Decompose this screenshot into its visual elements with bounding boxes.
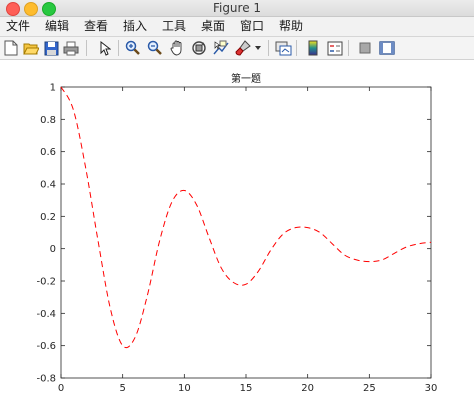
menu-help[interactable]: 帮助 bbox=[279, 18, 303, 35]
menu-insert[interactable]: 插入 bbox=[123, 18, 147, 35]
y-tick-label: 0.4 bbox=[40, 180, 56, 191]
axes-box bbox=[60, 86, 432, 379]
print-icon[interactable] bbox=[62, 39, 80, 57]
y-tick-label: -0.8 bbox=[36, 374, 56, 385]
open-file-icon[interactable] bbox=[22, 39, 40, 57]
x-tick-label: 10 bbox=[178, 383, 191, 394]
y-tick-label: -0.6 bbox=[36, 341, 56, 352]
zoom-in-icon[interactable] bbox=[124, 39, 142, 57]
y-tick-label: 0.2 bbox=[40, 212, 56, 223]
window-title: Figure 1 bbox=[212, 1, 262, 15]
y-tick-label: 0 bbox=[50, 244, 56, 255]
toolbar-separator bbox=[118, 40, 119, 56]
toolbar-separator bbox=[86, 40, 87, 56]
hide-plot-tools-icon[interactable] bbox=[356, 39, 374, 57]
menu-file[interactable]: 文件 bbox=[6, 18, 30, 35]
brush-icon[interactable] bbox=[234, 39, 252, 57]
colorbar-icon[interactable] bbox=[304, 39, 322, 57]
data-cursor-icon[interactable] bbox=[212, 39, 230, 57]
brush-dropdown-arrow-icon[interactable] bbox=[252, 39, 264, 57]
toolbar-separator bbox=[348, 40, 349, 56]
menu-window[interactable]: 窗口 bbox=[240, 18, 264, 35]
x-tick-label: 5 bbox=[119, 383, 125, 394]
y-tick-label: 0.6 bbox=[40, 147, 56, 158]
y-tick-label: -0.4 bbox=[36, 309, 56, 320]
zoom-out-icon[interactable] bbox=[146, 39, 164, 57]
menu-bar: 文件 编辑 查看 插入 工具 桌面 窗口 帮助 bbox=[0, 17, 474, 37]
toolbar-separator bbox=[268, 40, 269, 56]
menu-desktop[interactable]: 桌面 bbox=[201, 18, 225, 35]
link-plot-icon[interactable] bbox=[274, 39, 292, 57]
y-tick-label: 0.8 bbox=[40, 115, 56, 126]
pan-hand-icon[interactable] bbox=[168, 39, 186, 57]
menu-edit[interactable]: 编辑 bbox=[45, 18, 69, 35]
legend-icon[interactable] bbox=[326, 39, 344, 57]
x-tick-label: 25 bbox=[363, 383, 376, 394]
figure-canvas: 0 5 10 15 20 25 30 -0.8 -0.6 -0.4 -0.2 0 0.2 0.4 0.6 0.… bbox=[0, 60, 474, 416]
y-tick-label: -0.2 bbox=[36, 277, 56, 288]
chart-title: 第一题 bbox=[231, 72, 261, 85]
rotate-3d-icon[interactable] bbox=[190, 39, 208, 57]
x-tick-label: 30 bbox=[425, 383, 438, 394]
menu-tools[interactable]: 工具 bbox=[162, 18, 186, 35]
save-icon[interactable] bbox=[42, 39, 60, 57]
window-titlebar: Figure 1 bbox=[0, 0, 474, 17]
x-tick-label: 20 bbox=[301, 383, 314, 394]
y-tick-label: 1 bbox=[50, 83, 56, 94]
menu-view[interactable]: 查看 bbox=[84, 18, 108, 35]
toolbar-separator bbox=[296, 40, 297, 56]
figure-toolbar bbox=[0, 37, 474, 60]
x-tick-label: 15 bbox=[240, 383, 253, 394]
plot-svg: 0 5 10 15 20 25 30 -0.8 -0.6 -0.4 -0.2 0 0.2 0.4 0.6 0.… bbox=[36, 72, 438, 394]
pointer-icon[interactable] bbox=[96, 39, 114, 57]
x-tick-label: 0 bbox=[58, 383, 64, 394]
show-plot-tools-icon[interactable] bbox=[378, 39, 396, 57]
new-figure-icon[interactable] bbox=[2, 39, 20, 57]
